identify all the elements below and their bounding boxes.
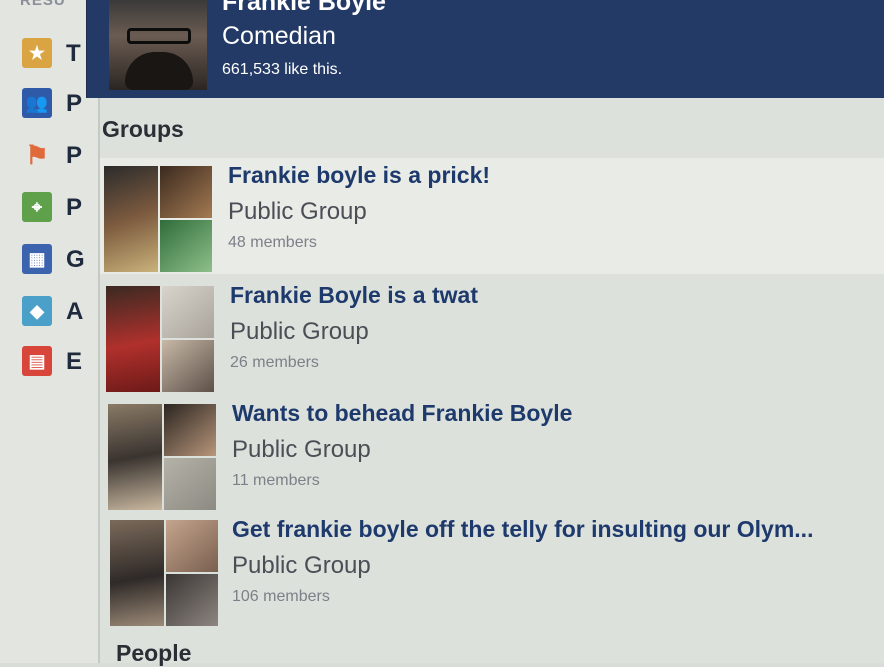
- nav-item-label: E: [66, 348, 83, 375]
- thumb-tile: [164, 404, 216, 456]
- star-icon: ★: [22, 38, 52, 68]
- nav-item-label: P: [66, 90, 83, 117]
- group-result-row[interactable]: Get frankie boyle off the telly for insu…: [100, 512, 884, 628]
- group-member-count: 11 members: [232, 472, 320, 489]
- app-cube-icon: ◆: [22, 296, 52, 326]
- group-icon: ▦: [22, 244, 52, 274]
- thumb-tile: [164, 458, 216, 510]
- nav-item-label: P: [66, 142, 83, 169]
- group-result-row[interactable]: Frankie Boyle is a twat Public Group 26 …: [100, 278, 884, 394]
- nav-item-apps[interactable]: ◆ A: [22, 296, 98, 330]
- nav-item-label: T: [66, 40, 81, 67]
- group-type: Public Group: [232, 436, 371, 463]
- thumb-tile: [166, 520, 218, 572]
- thumb-tile: [166, 574, 218, 626]
- nav-item-pages[interactable]: ⚑ P: [22, 140, 98, 174]
- group-member-count: 48 members: [228, 234, 317, 251]
- calendar-icon: ▤: [22, 346, 52, 376]
- left-navigation: RESU ★ T 👥 P ⚑ P ⌖ P ▦ G ◆ A ▤ E: [0, 0, 98, 663]
- search-results-panel: Groups Frankie boyle is a prick! Public …: [98, 98, 884, 666]
- nav-item-label: A: [66, 298, 84, 325]
- page-name-link[interactable]: Frankie Boyle: [222, 0, 386, 17]
- thumb-tile: [104, 166, 158, 272]
- groups-section-title: Groups: [102, 116, 184, 142]
- group-member-count: 106 members: [232, 588, 330, 605]
- group-thumbnail[interactable]: [106, 286, 214, 392]
- page-result-header[interactable]: Frankie Boyle Comedian 661,533 like this…: [86, 0, 884, 98]
- glasses-detail: [127, 28, 191, 44]
- group-type: Public Group: [228, 198, 367, 225]
- thumb-tile: [106, 286, 160, 392]
- thumb-tile: [162, 286, 214, 338]
- nav-item-places[interactable]: ⌖ P: [22, 192, 98, 226]
- nav-item-label: P: [66, 194, 83, 221]
- beard-detail: [125, 52, 193, 90]
- nav-item-groups[interactable]: ▦ G: [22, 244, 98, 278]
- group-thumbnail[interactable]: [104, 166, 212, 272]
- group-type: Public Group: [232, 552, 371, 579]
- nav-item-events[interactable]: ▤ E: [22, 346, 98, 380]
- map-pin-icon: ⌖: [22, 192, 52, 222]
- nav-item-label: G: [66, 246, 85, 273]
- page-like-count: 661,533 like this.: [222, 61, 343, 78]
- group-type: Public Group: [230, 318, 369, 345]
- thumb-tile: [162, 340, 214, 392]
- group-result-row[interactable]: Frankie boyle is a prick! Public Group 4…: [100, 158, 884, 274]
- results-heading: RESU: [20, 0, 66, 9]
- page-category: Comedian: [222, 22, 336, 50]
- flag-icon: ⚑: [25, 139, 49, 170]
- thumb-tile: [108, 404, 162, 510]
- thumb-tile: [160, 220, 212, 272]
- group-name-link[interactable]: Wants to behead Frankie Boyle: [232, 400, 572, 427]
- profile-photo[interactable]: [109, 0, 207, 90]
- thumb-tile: [160, 166, 212, 218]
- group-name-link[interactable]: Frankie Boyle is a twat: [230, 282, 478, 309]
- group-name-link[interactable]: Get frankie boyle off the telly for insu…: [232, 516, 813, 543]
- group-thumbnail[interactable]: [110, 520, 218, 626]
- group-thumbnail[interactable]: [108, 404, 216, 510]
- thumb-tile: [110, 520, 164, 626]
- group-result-row[interactable]: Wants to behead Frankie Boyle Public Gro…: [100, 396, 884, 512]
- group-member-count: 26 members: [230, 354, 319, 371]
- people-icon: 👥: [22, 88, 52, 118]
- group-name-link[interactable]: Frankie boyle is a prick!: [228, 162, 490, 189]
